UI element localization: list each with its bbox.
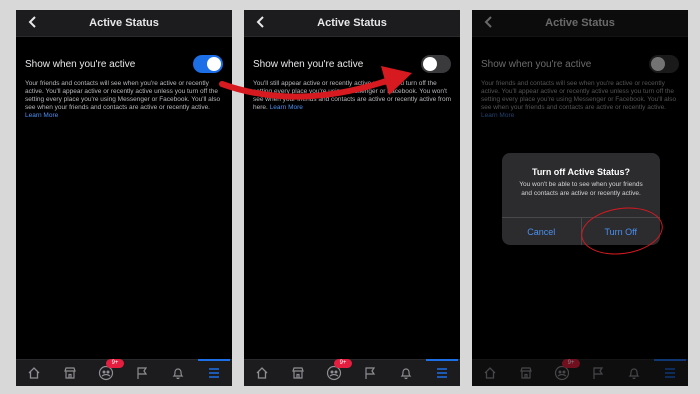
toggle-knob — [423, 57, 437, 71]
flag-icon[interactable] — [360, 363, 380, 383]
setting-description: Your friends and contacts will see when … — [25, 80, 223, 120]
notification-badge: 9+ — [562, 359, 580, 368]
home-icon[interactable] — [252, 363, 272, 383]
active-status-label: Show when you're active — [25, 59, 136, 70]
toggle-knob — [651, 57, 665, 71]
phone-screen-2: Active Status Show when you're active Yo… — [244, 10, 460, 386]
toggle-knob — [207, 57, 221, 71]
page-title: Active Status — [545, 17, 615, 29]
phone-screen-1: Active Status Show when you're active Yo… — [16, 10, 232, 386]
page-title: Active Status — [317, 17, 387, 29]
dialog-message: You won't be able to see when your frien… — [519, 181, 643, 197]
groups-icon[interactable]: 9+ — [96, 359, 124, 383]
top-bar: Active Status — [472, 10, 688, 37]
active-status-label: Show when you're active — [481, 59, 592, 70]
notification-badge: 9+ — [106, 359, 124, 368]
menu-icon[interactable] — [198, 359, 230, 383]
flag-icon[interactable] — [132, 363, 152, 383]
home-icon[interactable] — [480, 363, 500, 383]
home-icon[interactable] — [24, 363, 44, 383]
menu-icon[interactable] — [426, 359, 458, 383]
notification-badge: 9+ — [334, 359, 352, 368]
learn-more-link[interactable]: Learn More — [481, 112, 514, 119]
active-status-toggle[interactable] — [421, 55, 451, 73]
page-title: Active Status — [89, 17, 159, 29]
marketplace-icon[interactable] — [60, 363, 80, 383]
learn-more-link[interactable]: Learn More — [270, 104, 303, 111]
groups-icon[interactable]: 9+ — [552, 359, 580, 383]
groups-icon[interactable]: 9+ — [324, 359, 352, 383]
phone-screen-3: Active Status Show when you're active Yo… — [472, 10, 688, 386]
bottom-tab-bar: 9+ — [244, 359, 460, 386]
setting-description: You'll still appear active or recently a… — [253, 80, 451, 112]
setting-description: Your friends and contacts will see when … — [481, 80, 679, 120]
marketplace-icon[interactable] — [288, 363, 308, 383]
top-bar: Active Status — [16, 10, 232, 37]
active-status-toggle[interactable] — [649, 55, 679, 73]
bell-icon[interactable] — [624, 363, 644, 383]
marketplace-icon[interactable] — [516, 363, 536, 383]
description-text: Your friends and contacts will see when … — [25, 80, 221, 111]
bell-icon[interactable] — [396, 363, 416, 383]
bottom-tab-bar: 9+ — [16, 359, 232, 386]
bell-icon[interactable] — [168, 363, 188, 383]
cancel-button[interactable]: Cancel — [502, 218, 581, 245]
active-status-label: Show when you're active — [253, 59, 364, 70]
active-status-toggle[interactable] — [193, 55, 223, 73]
top-bar: Active Status — [244, 10, 460, 37]
learn-more-link[interactable]: Learn More — [25, 112, 58, 119]
bottom-tab-bar: 9+ — [472, 359, 688, 386]
menu-icon[interactable] — [654, 359, 686, 383]
flag-icon[interactable] — [588, 363, 608, 383]
description-text: Your friends and contacts will see when … — [481, 80, 677, 111]
dialog-title: Turn off Active Status? — [531, 167, 630, 177]
